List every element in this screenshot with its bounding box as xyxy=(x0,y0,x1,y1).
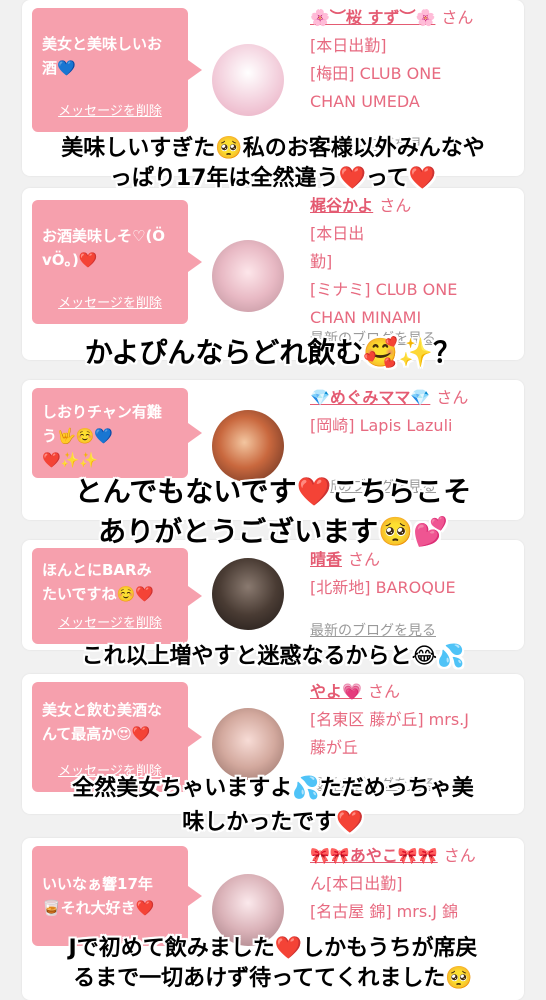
profile-info: 🎀🎀あやこ🎀🎀 さん ん[本日出勤] [名古屋 錦] mrs.J 錦 xyxy=(310,842,518,926)
message-bubble: お酒美味しそ♡(Ö vÖ｡)❤️ メッセージを削除 xyxy=(32,200,202,324)
avatar[interactable] xyxy=(212,558,284,630)
avatar[interactable] xyxy=(212,44,284,116)
message-text: いいなぁ響17年 🥃それ大好き❤️ xyxy=(42,875,155,917)
delete-message-link[interactable]: メッセージを削除 xyxy=(32,100,188,124)
message-bubble: いいなぁ響17年 🥃それ大好き❤️ xyxy=(32,846,202,946)
profile-info: 🌸︶桜 すず︶🌸 さん [本日出勤] [梅田] CLUB ONE CHAN UME… xyxy=(310,4,518,116)
delete-message-link[interactable]: メッセージを削除 xyxy=(32,612,188,636)
message-bubble: 美女と美味しいお 酒💙 メッセージを削除 xyxy=(32,8,202,132)
delete-message-link[interactable]: メッセージを削除 xyxy=(32,292,188,316)
caption-text: これ以上増やすと迷惑なるからと😂💦 xyxy=(81,644,465,669)
honorific: さん xyxy=(379,196,412,215)
caption-text: 美味しいすぎた🥺私のお客様以外みんなや っぱり17年は全然違う❤️って❤️ xyxy=(61,136,485,191)
profile-details: [北新地] BAROQUE xyxy=(310,578,456,597)
honorific: さん xyxy=(443,846,476,865)
profile-name-link[interactable]: 晴香 xyxy=(310,550,342,569)
profile-name-link[interactable]: やよ💗 xyxy=(310,682,362,701)
profile-details: [本日出 勤] [ミナミ] CLUB ONE CHAN MINAMI xyxy=(310,224,458,327)
honorific: さん xyxy=(348,550,381,569)
profile-name-link[interactable]: 💎めぐみママ💎 xyxy=(310,388,430,407)
message-text: 美女と飲む美酒な んて最高か😍❤️ xyxy=(42,701,163,743)
profile-name-link[interactable]: 🌸︶桜 すず︶🌸 xyxy=(310,8,435,27)
avatar[interactable] xyxy=(212,240,284,312)
message-text: ほんとにBARみ たいですね☺️❤️ xyxy=(42,561,154,603)
honorific: さん xyxy=(441,8,474,27)
profile-info: 晴香 さん [北新地] BAROQUE xyxy=(310,546,518,602)
profile-details: [岡崎] Lapis Lazuli xyxy=(310,416,453,435)
message-bubble: ほんとにBARみ たいですね☺️❤️ メッセージを削除 xyxy=(32,548,202,644)
profile-details: [本日出勤] [梅田] CLUB ONE CHAN UMEDA xyxy=(310,36,442,111)
message-text: しおりチャン有難 う🤟☺️💙 ❤️✨✨ xyxy=(42,403,162,469)
honorific: さん xyxy=(436,388,469,407)
message-card: ほんとにBARみ たいですね☺️❤️ メッセージを削除 晴香 さん [北新地] B… xyxy=(22,540,524,650)
caption-text: かよぴんならどれ飲む🥰✨？ xyxy=(84,336,462,369)
message-text: 美女と美味しいお 酒💙 xyxy=(42,35,163,77)
caption-text: 全然美女ちゃいますよ💦ただめっちゃ美 味しかったです❤️ xyxy=(72,776,474,835)
profile-details: [名東区 藤が丘] mrs.J 藤が丘 xyxy=(310,710,469,757)
latest-blog-link[interactable]: 最新のブログを見る xyxy=(310,620,436,640)
avatar[interactable] xyxy=(212,708,284,780)
profile-name-link[interactable]: 🎀🎀あやこ🎀🎀 xyxy=(310,846,438,865)
message-text: お酒美味しそ♡(Ö vÖ｡)❤️ xyxy=(42,227,166,269)
profile-info: やよ💗 さん [名東区 藤が丘] mrs.J 藤が丘 xyxy=(310,678,518,762)
profile-details: ん[本日出勤] [名古屋 錦] mrs.J 錦 xyxy=(310,874,459,921)
profile-info: 💎めぐみママ💎 さん [岡崎] Lapis Lazuli xyxy=(310,384,518,440)
caption-text: とんでもないです❤️こちらこそ ありがとうございます🥺💕 xyxy=(74,475,472,548)
profile-info: 梶谷かよ さん [本日出 勤] [ミナミ] CLUB ONE CHAN MINAM… xyxy=(310,192,518,332)
caption-text: Jで初めて飲みました❤️しかもうちが席戻 るまで一切あけず待っててくれました🥺 xyxy=(68,936,478,991)
profile-name-link[interactable]: 梶谷かよ xyxy=(310,196,373,215)
honorific: さん xyxy=(367,682,400,701)
message-bubble: しおりチャン有難 う🤟☺️💙 ❤️✨✨ xyxy=(32,388,202,478)
